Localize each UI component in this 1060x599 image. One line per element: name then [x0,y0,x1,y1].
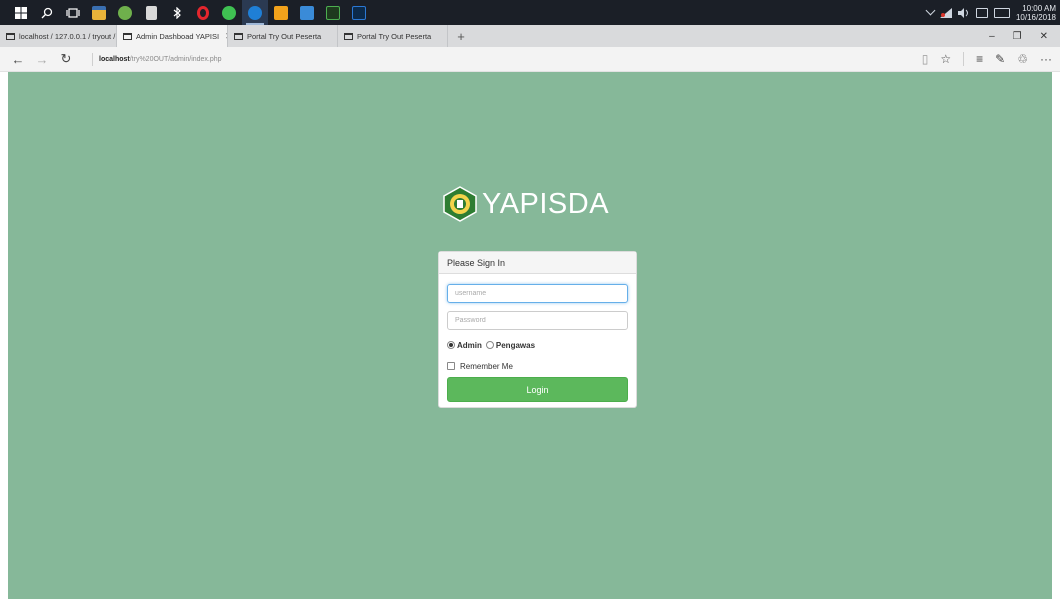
volume-icon[interactable] [957,7,970,18]
tab-label: Portal Try Out Peserta [247,31,322,41]
tab-portal-try-out-2[interactable]: Portal Try Out Peserta [338,25,448,47]
tab-label: Portal Try Out Peserta [357,31,432,41]
whatsapp-icon[interactable] [216,0,242,25]
toolbar-divider [963,52,965,66]
login-form: Admin Pengawas Remember Me Login [439,274,636,402]
username-input[interactable] [447,284,628,303]
tab-page-icon [123,32,132,40]
new-tab-button[interactable]: + [448,25,474,47]
file-explorer-icon[interactable] [86,0,112,25]
share-icon[interactable]: ♲ [1017,52,1028,66]
action-center-icon[interactable] [975,7,988,18]
radio-admin[interactable] [447,341,455,349]
edge-icon[interactable] [242,0,268,25]
tab-page-icon [6,32,15,40]
tab-portal-try-out-1[interactable]: Portal Try Out Peserta [228,25,338,47]
radio-pengawas-label: Pengawas [495,340,536,350]
more-icon[interactable]: ··· [1040,52,1052,66]
dreamweaver-icon[interactable] [320,0,346,25]
clock[interactable]: 10:00 AM 10/16/2018 [1016,4,1056,22]
tab-admin-dashboard[interactable]: Admin Dashboad YAPISI ✕ [117,25,228,47]
taskbar-apps [0,0,372,25]
brand-header: YAPISDA [442,186,609,222]
reading-view-icon[interactable]: ▯ [922,52,929,66]
url-path: /try%20OUT/admin/index.php [129,55,222,63]
close-window-button[interactable]: ✕ [1040,31,1048,42]
bluetooth-icon[interactable] [164,0,190,25]
login-panel: Please Sign In Admin Pengawas Remember M… [438,251,637,408]
forward-button[interactable]: → [30,47,54,72]
search-icon[interactable] [34,0,60,25]
favorite-star-icon[interactable]: ☆ [940,52,951,66]
remember-me-label: Remember Me [460,361,513,371]
hub-icon[interactable]: ≡ [976,52,983,66]
photoshop-icon[interactable] [346,0,372,25]
role-selector: Admin Pengawas [447,339,628,351]
opera-icon[interactable] [190,0,216,25]
url-host: localhost [99,55,130,63]
radio-pengawas[interactable] [485,341,494,349]
password-input[interactable] [447,311,628,330]
screen: 10:00 AM 10/16/2018 localhost / 127.0.0.… [0,0,1060,599]
keyboard-icon[interactable] [993,7,1010,18]
back-button[interactable]: ← [6,47,30,72]
task-view-icon[interactable] [60,0,86,25]
clock-time: 10:00 AM [1022,3,1056,13]
window-controls: – ❐ ✕ [989,25,1060,47]
login-button[interactable]: Login [447,377,628,402]
panel-title: Please Sign In [447,257,506,268]
remember-me-checkbox[interactable] [447,362,455,370]
calculator-icon[interactable] [138,0,164,25]
brand-title: YAPISDA [482,187,610,220]
tab-label: localhost / 127.0.0.1 / tryout / [19,31,116,41]
panel-heading: Please Sign In [439,252,636,274]
minimize-button[interactable]: – [989,31,995,42]
clock-date: 10/16/2018 [1015,12,1056,22]
tab-phpmyadmin[interactable]: localhost / 127.0.0.1 / tryout / [0,25,117,47]
photos-icon[interactable] [294,0,320,25]
address-bar: ← → ↻ localhost/try%20OUT/admin/index.ph… [0,47,1060,72]
windows-start-icon[interactable] [8,0,34,25]
windows-taskbar: 10:00 AM 10/16/2018 [0,0,1060,25]
browser-toolbar: ▯ ☆ ≡ ✎ ♲ ··· [922,52,1060,66]
chevron-up-icon[interactable] [925,5,936,16]
tab-page-icon [344,32,353,40]
refresh-button[interactable]: ↻ [54,47,78,72]
browser-tab-strip: localhost / 127.0.0.1 / tryout / Admin D… [0,25,1060,47]
remember-me-row: Remember Me [447,360,628,372]
media-player-icon[interactable] [268,0,294,25]
yapisda-logo-icon [443,186,477,222]
restore-button[interactable]: ❐ [1013,31,1022,42]
radio-admin-label: Admin [457,340,482,350]
xampp-icon[interactable] [112,0,138,25]
network-icon[interactable] [939,7,952,18]
system-tray: 10:00 AM 10/16/2018 [925,0,1060,25]
web-note-icon[interactable]: ✎ [995,52,1005,66]
tab-page-icon [234,32,243,40]
tab-label: Admin Dashboad YAPISI [136,31,220,41]
url-field[interactable]: localhost/try%20OUT/admin/index.php [92,52,222,66]
